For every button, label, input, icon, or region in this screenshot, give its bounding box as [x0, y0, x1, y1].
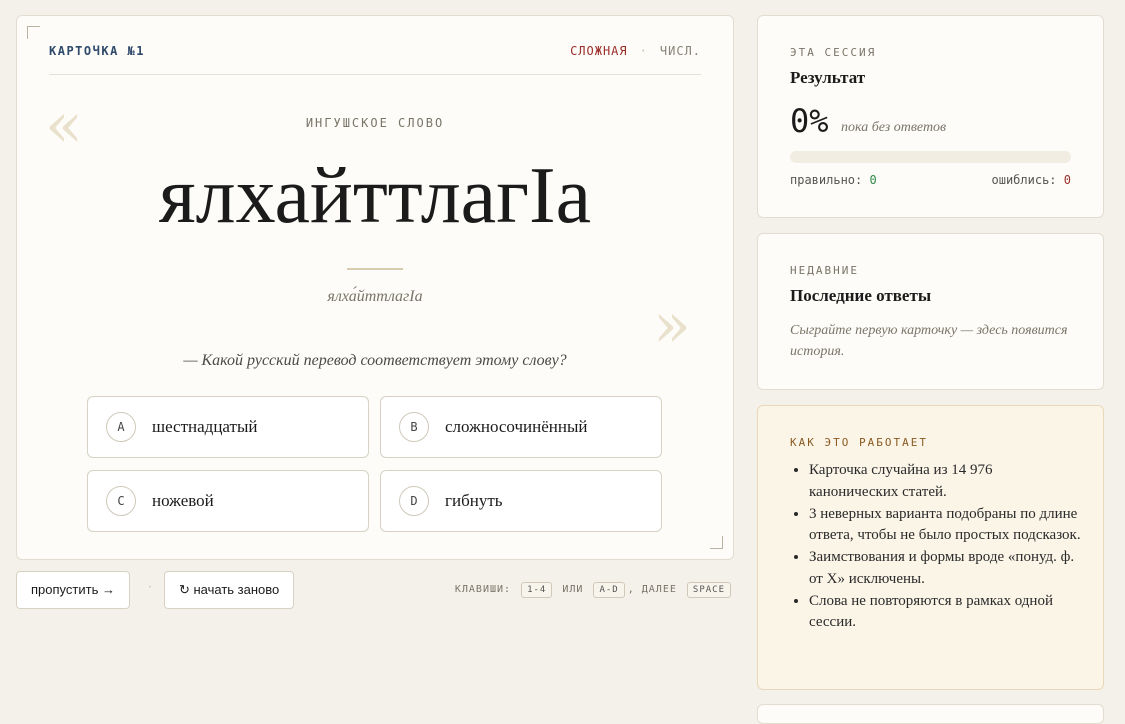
- wrong-stat: ошиблись: 0: [992, 173, 1072, 187]
- how-item: 3 неверных варианта подобраны по длине о…: [809, 504, 1081, 547]
- score-note: пока без ответов: [841, 120, 947, 135]
- correct-stat: правильно: 0: [790, 173, 877, 187]
- option-letter: C: [106, 486, 136, 516]
- option-b-button[interactable]: B сложносочинённый: [380, 396, 662, 458]
- correct-count: 0: [869, 173, 877, 187]
- kbd-space: SPACE: [686, 582, 731, 598]
- question-prompt: — Какой русский перевод соответствует эт…: [183, 352, 567, 369]
- recent-panel: НЕДАВНИЕ Последние ответы Сыграйте перву…: [757, 233, 1104, 390]
- card-header: КАРТОЧКА №1 СЛОЖНАЯ · ЧИСЛ.: [49, 44, 701, 75]
- keys-prefix: КЛАВИШИ:: [454, 584, 512, 595]
- word-divider: [347, 268, 403, 270]
- option-a-button[interactable]: A шестнадцатый: [87, 396, 369, 458]
- corner-mark-bottom-right: [710, 536, 723, 549]
- session-panel: ЭТА СЕССИЯ Результат 0% пока без ответов…: [757, 15, 1104, 218]
- part-of-speech-tag: ЧИСЛ.: [659, 44, 701, 58]
- how-it-works-panel: КАК ЭТО РАБОТАЕТ Карточка случайна из 14…: [757, 405, 1104, 690]
- option-d-button[interactable]: D гибнуть: [380, 470, 662, 532]
- option-text: сложносочинённый: [445, 417, 588, 436]
- kbd-letters: A-D: [593, 582, 625, 598]
- option-text: ножевой: [152, 491, 214, 510]
- transliteration: ялха́йттлагIа: [327, 288, 423, 305]
- how-item: Заимствования и формы вроде «понуд. ф. о…: [809, 547, 1081, 590]
- corner-mark-top-left: [27, 26, 40, 39]
- wrong-count: 0: [1063, 173, 1071, 187]
- recent-label: НЕДАВНИЕ: [790, 264, 859, 277]
- correct-label: правильно:: [790, 173, 863, 187]
- option-letter: D: [399, 486, 429, 516]
- session-label: ЭТА СЕССИЯ: [790, 46, 877, 59]
- keys-or: ИЛИ: [562, 584, 584, 595]
- ingush-word: ялхайттлагӀа: [158, 152, 592, 240]
- keys-then: , ДАЛЕЕ: [627, 584, 677, 595]
- option-text: шестнадцатый: [152, 417, 258, 436]
- score-percent: 0%: [790, 102, 829, 140]
- option-letter: B: [399, 412, 429, 442]
- recent-title: Последние ответы: [790, 286, 932, 305]
- session-title: Результат: [790, 68, 866, 87]
- card-number: КАРТОЧКА №1: [49, 44, 145, 58]
- flashcard: КАРТОЧКА №1 СЛОЖНАЯ · ЧИСЛ. « » ИНГУШСКОЕ …: [16, 15, 734, 560]
- difficulty-tag: СЛОЖНАЯ: [570, 44, 628, 58]
- keyboard-hint: КЛАВИШИ: 1-4 ИЛИ A-D, ДАЛЕЕ SPACE: [455, 582, 734, 598]
- how-item: Карточка случайна из 14 976 канонических…: [809, 460, 1081, 503]
- wrong-label: ошиблись:: [991, 173, 1057, 187]
- option-text: гибнуть: [445, 491, 503, 510]
- option-c-button[interactable]: C ножевой: [87, 470, 369, 532]
- tag-separator: ·: [639, 44, 648, 58]
- how-list: Карточка случайна из 14 976 канонических…: [790, 460, 1081, 634]
- next-panel-edge: [757, 704, 1104, 724]
- kbd-nums: 1-4: [521, 582, 553, 598]
- controls-separator: ·: [148, 580, 152, 594]
- card-tags: СЛОЖНАЯ · ЧИСЛ.: [570, 44, 701, 58]
- option-letter: A: [106, 412, 136, 442]
- word-label: ИНГУШСКОЕ СЛОВО: [305, 116, 445, 130]
- skip-button[interactable]: пропустить →: [16, 571, 130, 609]
- restart-button[interactable]: ↻ начать заново: [164, 571, 295, 609]
- recent-empty-note: Сыграйте первую карточку — здесь появитс…: [790, 323, 1068, 359]
- score-progress-bar: [790, 151, 1071, 163]
- how-item: Слова не повторяются в рамках одной сесс…: [809, 591, 1081, 634]
- how-label: КАК ЭТО РАБОТАЕТ: [790, 436, 928, 449]
